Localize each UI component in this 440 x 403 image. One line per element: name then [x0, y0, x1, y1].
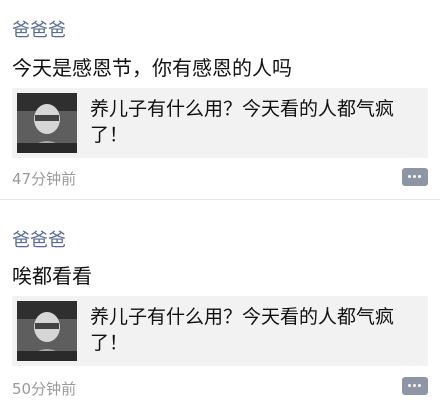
- shared-article-card[interactable]: 养儿子有什么用？今天看的人都气疯了！: [12, 296, 428, 366]
- comment-icon[interactable]: [402, 377, 428, 395]
- feed-post: 爸爸爸 今天是感恩节，你有感恩的人吗 养儿子有什么用？今天看的人都气疯了！ 47…: [0, 0, 440, 200]
- comment-icon[interactable]: [402, 168, 428, 186]
- feed-post: 爸爸爸 唉都看看 养儿子有什么用？今天看的人都气疯了！ 50分钟前: [0, 200, 440, 403]
- article-thumbnail: [17, 301, 77, 361]
- post-time: 47分钟前: [12, 170, 77, 188]
- article-title: 养儿子有什么用？今天看的人都气疯了！: [90, 306, 395, 354]
- post-author[interactable]: 爸爸爸: [12, 16, 66, 42]
- post-author[interactable]: 爸爸爸: [12, 226, 66, 252]
- shared-article-card[interactable]: 养儿子有什么用？今天看的人都气疯了！: [12, 88, 428, 158]
- post-text: 唉都看看: [12, 264, 92, 288]
- post-text: 今天是感恩节，你有感恩的人吗: [12, 56, 292, 80]
- article-thumbnail: [17, 93, 77, 153]
- post-time: 50分钟前: [12, 380, 77, 398]
- article-title: 养儿子有什么用？今天看的人都气疯了！: [90, 98, 395, 146]
